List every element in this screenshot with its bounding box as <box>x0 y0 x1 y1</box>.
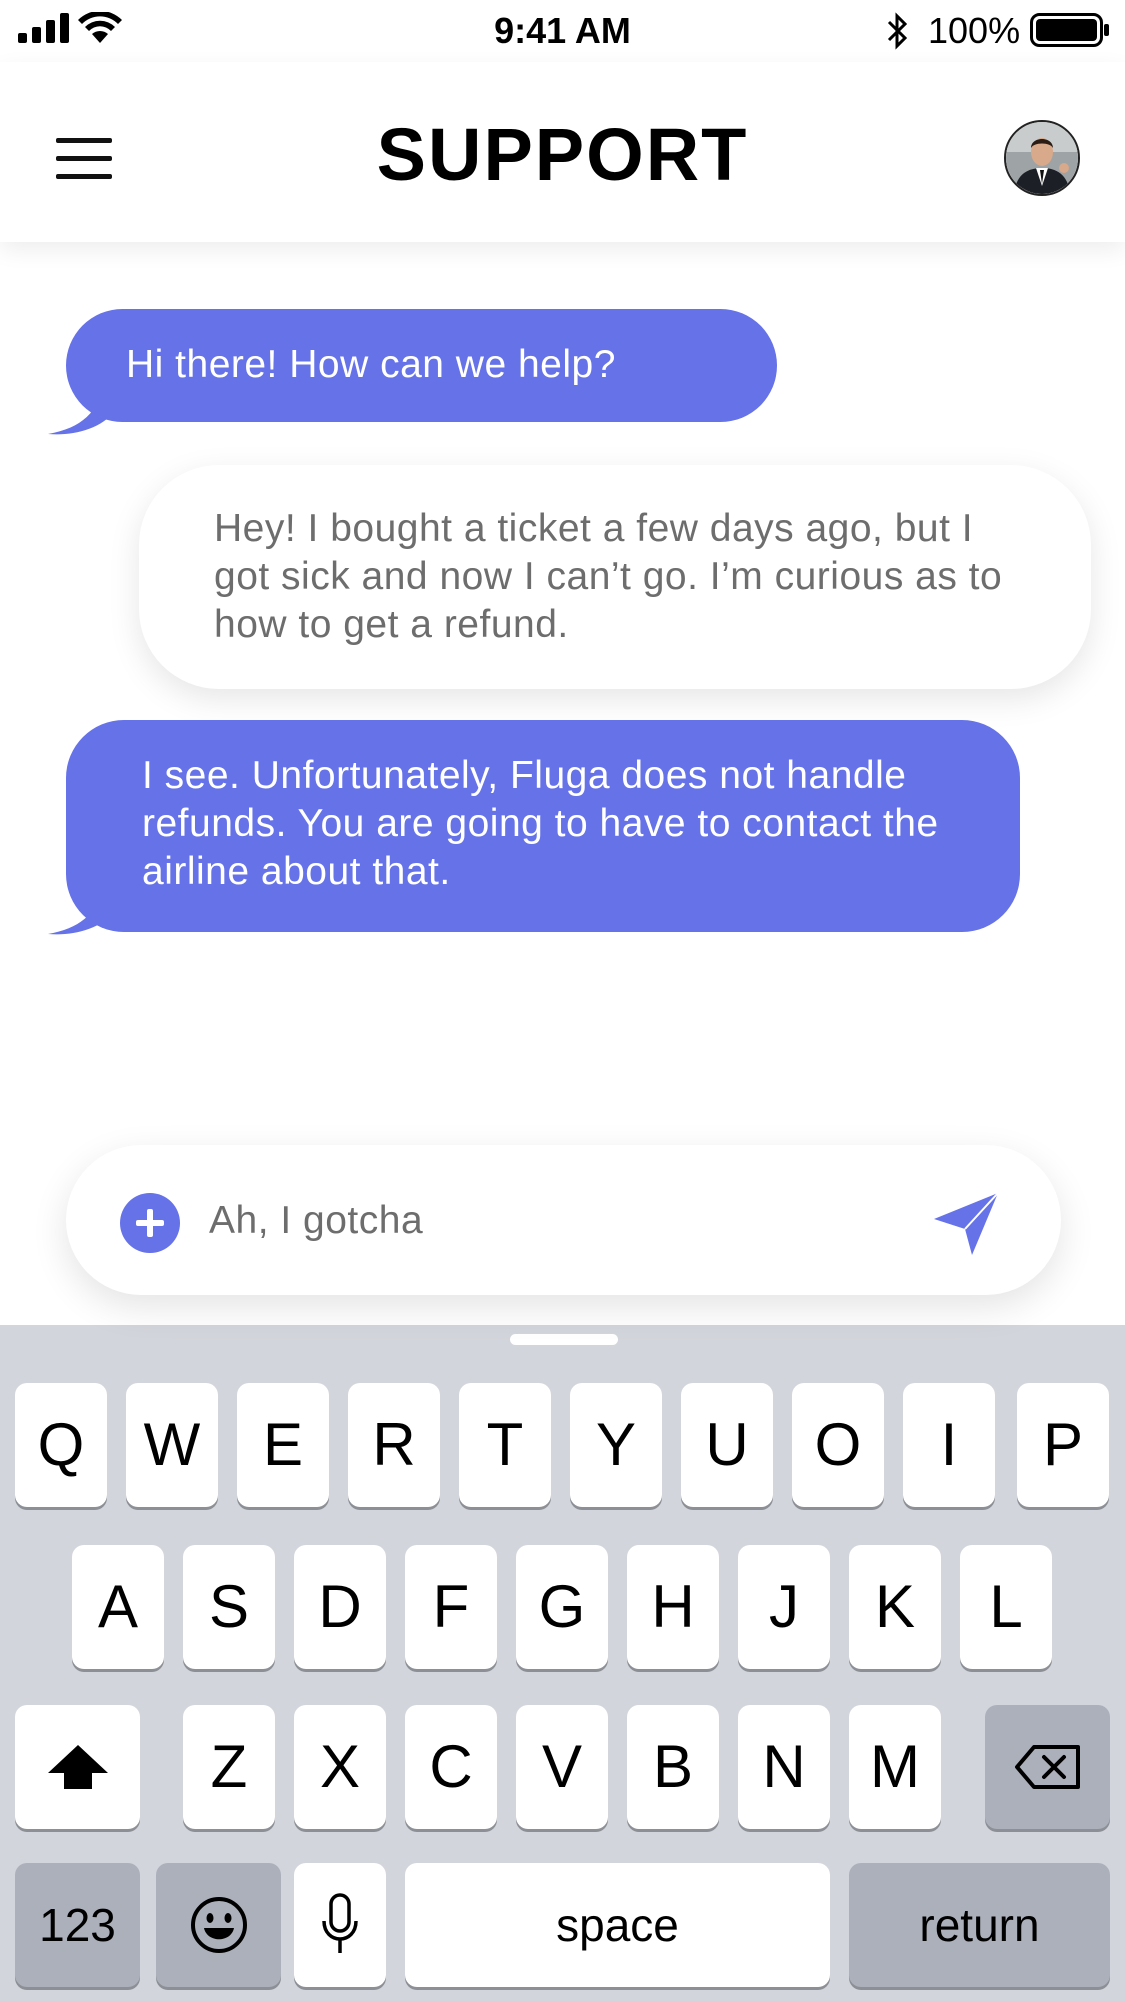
key-f[interactable]: F <box>405 1545 497 1669</box>
key-r[interactable]: R <box>348 1383 440 1507</box>
plus-circle-icon <box>136 1209 164 1237</box>
shift-key[interactable] <box>15 1705 140 1829</box>
keyboard-handle[interactable] <box>510 1334 618 1345</box>
backspace-icon <box>1014 1745 1080 1789</box>
key-z[interactable]: Z <box>183 1705 275 1829</box>
key-d[interactable]: D <box>294 1545 386 1669</box>
key-v[interactable]: V <box>516 1705 608 1829</box>
key-g[interactable]: G <box>516 1545 608 1669</box>
emoji-icon <box>190 1897 247 1953</box>
key-c[interactable]: C <box>405 1705 497 1829</box>
message-composer <box>66 1145 1061 1295</box>
bluetooth-icon <box>887 12 908 50</box>
microphone-icon <box>322 1893 358 1953</box>
user-message: Hey! I bought a ticket a few days ago, b… <box>139 465 1091 689</box>
message-text: I see. Unfortunately, Fluga does not han… <box>142 754 939 893</box>
key-j[interactable]: J <box>738 1545 830 1669</box>
battery-percent: 100% <box>928 10 1021 51</box>
key-k[interactable]: K <box>849 1545 941 1669</box>
key-x[interactable]: X <box>294 1705 386 1829</box>
key-n[interactable]: N <box>738 1705 830 1829</box>
message-text: Hi there! How can we help? <box>126 343 616 386</box>
space-key[interactable]: space <box>405 1863 830 1987</box>
agent-message: I see. Unfortunately, Fluga does not han… <box>66 720 1020 932</box>
app-header: SUPPORT <box>0 62 1125 242</box>
key-a[interactable]: A <box>72 1545 164 1669</box>
user-avatar[interactable] <box>1004 120 1080 196</box>
send-paper-plane-icon[interactable] <box>932 1189 1002 1259</box>
emoji-key[interactable] <box>156 1863 281 1987</box>
key-l[interactable]: L <box>960 1545 1052 1669</box>
key-q[interactable]: Q <box>15 1383 107 1507</box>
key-u[interactable]: U <box>681 1383 773 1507</box>
add-attachment-button[interactable] <box>120 1193 180 1253</box>
key-y[interactable]: Y <box>570 1383 662 1507</box>
shift-arrow-icon <box>47 1745 108 1789</box>
key-m[interactable]: M <box>849 1705 941 1829</box>
backspace-key[interactable] <box>985 1705 1110 1829</box>
message-text: Hey! I bought a ticket a few days ago, b… <box>214 507 1003 646</box>
key-h[interactable]: H <box>627 1545 719 1669</box>
message-input[interactable] <box>209 1189 829 1253</box>
agent-message: Hi there! How can we help? <box>66 309 777 422</box>
numbers-key[interactable]: 123 <box>15 1863 140 1987</box>
key-b[interactable]: B <box>627 1705 719 1829</box>
key-i[interactable]: I <box>903 1383 995 1507</box>
dictation-key[interactable] <box>294 1863 386 1987</box>
key-o[interactable]: O <box>792 1383 884 1507</box>
on-screen-keyboard: Q W E R T Y U O I P A S D F G H J K L Z … <box>0 1325 1125 2001</box>
return-key[interactable]: return <box>849 1863 1110 1987</box>
key-p[interactable]: P <box>1017 1383 1109 1507</box>
key-s[interactable]: S <box>183 1545 275 1669</box>
status-bar: 9:41 AM 100% <box>0 0 1125 62</box>
page-title: SUPPORT <box>376 113 749 196</box>
key-t[interactable]: T <box>459 1383 551 1507</box>
key-e[interactable]: E <box>237 1383 329 1507</box>
battery-icon <box>1030 13 1109 47</box>
key-w[interactable]: W <box>126 1383 218 1507</box>
